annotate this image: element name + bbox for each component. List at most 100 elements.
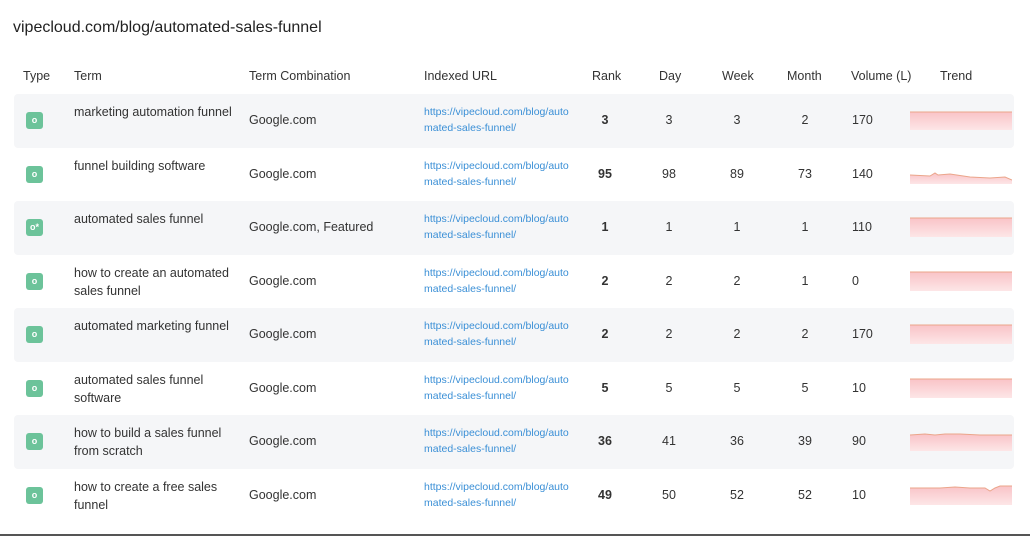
month-value: 1 bbox=[801, 220, 809, 234]
col-volume[interactable]: Volume (L) bbox=[851, 69, 911, 83]
indexed-url-link[interactable]: https://vipecloud.com/blog/automated-sal… bbox=[424, 158, 569, 190]
trend-area bbox=[910, 434, 1012, 451]
rankings-card: vipecloud.com/blog/automated-sales-funne… bbox=[0, 0, 1030, 536]
trend-sparkline[interactable] bbox=[910, 376, 1012, 398]
month-value: 52 bbox=[798, 487, 812, 502]
term-combination: Google.com bbox=[249, 380, 317, 395]
week-value: 2 bbox=[733, 327, 741, 341]
table-row[interactable]: o automated marketing funnel Google.com … bbox=[14, 308, 1014, 362]
week-value: 1 bbox=[733, 220, 741, 234]
month-value: 1 bbox=[801, 273, 809, 288]
table-body: o marketing automation funnel Google.com… bbox=[14, 94, 1014, 522]
week-value: 2 bbox=[733, 273, 741, 288]
table-row[interactable]: o* automated sales funnel Google.com, Fe… bbox=[14, 201, 1014, 255]
organic-result-icon: o bbox=[26, 112, 43, 129]
indexed-url-link[interactable]: https://vipecloud.com/blog/automated-sal… bbox=[424, 372, 569, 404]
rank-value: 3 bbox=[601, 113, 609, 127]
indexed-url-link[interactable]: https://vipecloud.com/blog/automated-sal… bbox=[424, 318, 569, 350]
col-day[interactable]: Day bbox=[659, 69, 681, 83]
indexed-url-link[interactable]: https://vipecloud.com/blog/automated-sal… bbox=[424, 104, 569, 136]
page-title: vipecloud.com/blog/automated-sales-funne… bbox=[13, 19, 322, 36]
col-type[interactable]: Type bbox=[23, 69, 50, 83]
day-value: 2 bbox=[665, 327, 673, 341]
term-combination: Google.com bbox=[249, 273, 317, 288]
month-value: 2 bbox=[801, 327, 809, 341]
rank-value: 49 bbox=[598, 487, 612, 502]
trend-sparkline[interactable] bbox=[910, 429, 1012, 451]
rank-value: 1 bbox=[601, 220, 609, 234]
rank-value: 2 bbox=[601, 327, 609, 341]
trend-area bbox=[910, 325, 1012, 344]
trend-area bbox=[910, 378, 1012, 398]
table-row[interactable]: o how to create a free sales funnel Goog… bbox=[14, 469, 1014, 523]
organic-result-icon: o bbox=[26, 379, 43, 397]
term-combination: Google.com bbox=[249, 166, 317, 181]
day-value: 98 bbox=[662, 166, 676, 181]
term-combination: Google.com bbox=[249, 434, 317, 448]
table-row[interactable]: o how to build a sales funnel from scrat… bbox=[14, 415, 1014, 469]
trend-sparkline[interactable] bbox=[910, 483, 1012, 505]
trend-area bbox=[910, 218, 1012, 237]
volume-value: 10 bbox=[852, 380, 866, 395]
organic-result-icon: o* bbox=[26, 219, 43, 236]
day-value: 41 bbox=[662, 434, 676, 448]
trend-sparkline[interactable] bbox=[910, 108, 1012, 130]
rank-value: 5 bbox=[601, 380, 609, 395]
month-value: 2 bbox=[801, 113, 809, 127]
col-term-combination[interactable]: Term Combination bbox=[249, 69, 350, 83]
table-header: Type Term Term Combination Indexed URL R… bbox=[0, 66, 1030, 88]
term-text: funnel building software bbox=[74, 158, 206, 173]
trend-sparkline[interactable] bbox=[910, 322, 1012, 344]
trend-area bbox=[910, 271, 1012, 291]
col-week[interactable]: Week bbox=[722, 69, 754, 83]
volume-value: 0 bbox=[852, 273, 859, 288]
indexed-url-link[interactable]: https://vipecloud.com/blog/automated-sal… bbox=[424, 479, 569, 511]
organic-result-icon: o bbox=[26, 272, 43, 290]
col-indexed-url[interactable]: Indexed URL bbox=[424, 69, 497, 83]
indexed-url-link[interactable]: https://vipecloud.com/blog/automated-sal… bbox=[424, 425, 569, 457]
volume-value: 140 bbox=[852, 166, 873, 181]
volume-value: 110 bbox=[852, 220, 872, 234]
table-row[interactable]: o automated sales funnel software Google… bbox=[14, 362, 1014, 416]
table-row[interactable]: o marketing automation funnel Google.com… bbox=[14, 94, 1014, 148]
term-text: marketing automation funnel bbox=[74, 105, 232, 119]
indexed-url-link[interactable]: https://vipecloud.com/blog/automated-sal… bbox=[424, 265, 569, 297]
day-value: 5 bbox=[665, 380, 673, 395]
volume-value: 10 bbox=[852, 487, 866, 502]
organic-result-icon: o bbox=[26, 433, 43, 450]
trend-area bbox=[910, 172, 1012, 184]
col-rank[interactable]: Rank bbox=[592, 69, 621, 83]
organic-result-icon: o bbox=[26, 486, 43, 504]
volume-value: 170 bbox=[852, 113, 873, 127]
col-month[interactable]: Month bbox=[787, 69, 822, 83]
indexed-url-link[interactable]: https://vipecloud.com/blog/automated-sal… bbox=[424, 211, 569, 243]
term-text: automated marketing funnel bbox=[74, 319, 229, 333]
table-row[interactable]: o how to create an automated sales funne… bbox=[14, 255, 1014, 309]
week-value: 36 bbox=[730, 434, 744, 448]
rank-value: 36 bbox=[598, 434, 612, 448]
term-text: how to build a sales funnel from scratch bbox=[74, 426, 222, 458]
table-row[interactable]: o funnel building software Google.com ht… bbox=[14, 148, 1014, 202]
term-combination: Google.com, Featured bbox=[249, 220, 374, 234]
trend-sparkline[interactable] bbox=[910, 215, 1012, 237]
rank-value: 95 bbox=[598, 166, 612, 181]
month-value: 5 bbox=[801, 380, 809, 395]
day-value: 3 bbox=[665, 113, 673, 127]
day-value: 50 bbox=[662, 487, 676, 502]
term-text: how to create an automated sales funnel bbox=[74, 265, 229, 298]
volume-value: 170 bbox=[852, 327, 873, 341]
week-value: 52 bbox=[730, 487, 744, 502]
term-text: automated sales funnel bbox=[74, 212, 204, 226]
trend-sparkline[interactable] bbox=[910, 269, 1012, 291]
day-value: 1 bbox=[665, 220, 673, 234]
trend-sparkline[interactable] bbox=[910, 162, 1012, 184]
col-trend: Trend bbox=[940, 69, 973, 83]
week-value: 89 bbox=[730, 166, 744, 181]
organic-result-icon: o bbox=[26, 165, 43, 183]
col-term[interactable]: Term bbox=[74, 69, 102, 83]
term-combination: Google.com bbox=[249, 327, 317, 341]
trend-area bbox=[910, 485, 1012, 505]
organic-result-icon: o bbox=[26, 326, 43, 343]
term-text: automated sales funnel software bbox=[74, 372, 204, 405]
trend-area bbox=[910, 112, 1012, 130]
